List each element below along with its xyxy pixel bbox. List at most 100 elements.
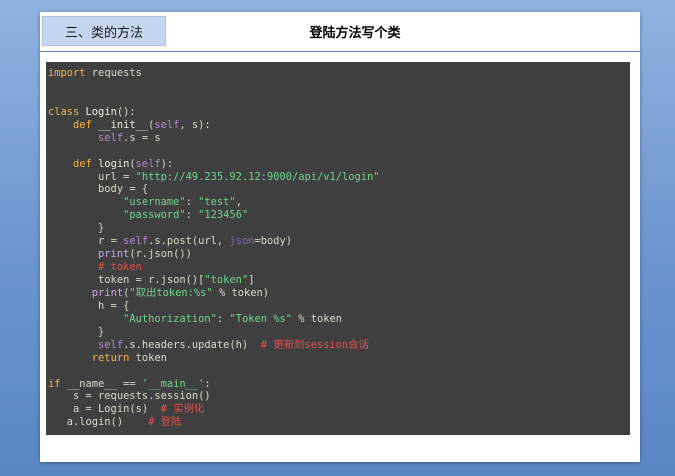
code-token: self xyxy=(98,338,124,351)
code-token: "Authorization" xyxy=(123,312,217,325)
code-token: h = { xyxy=(48,299,130,312)
code-line: "Authorization": "Token %s" % token xyxy=(48,313,630,326)
code-line: a = Login(s) # 实例化 xyxy=(48,403,630,416)
code-token: token = r.json()[ xyxy=(48,274,205,286)
code-line: self.s.headers.update(h) # 更新到session会话 xyxy=(48,339,630,352)
code-token: Login xyxy=(85,105,117,118)
code-token: class xyxy=(48,105,86,118)
code-line: self.s = s xyxy=(48,132,630,145)
code-token: json xyxy=(229,235,255,248)
code-line: h = { xyxy=(48,300,630,313)
code-token: , s): xyxy=(179,118,211,131)
code-token: login xyxy=(98,157,130,170)
code-token: "username" xyxy=(123,196,186,209)
code-token: : xyxy=(216,312,230,325)
code-token: token xyxy=(129,351,167,364)
code-token: (): xyxy=(116,105,136,118)
code-token: .s.post(url, xyxy=(148,235,230,248)
slide: 三、类的方法 登陆方法写个类 import requests class Log… xyxy=(40,12,640,462)
code-token: self xyxy=(98,131,124,144)
code-line: url = "http://49.235.92.12:9000/api/v1/l… xyxy=(48,171,630,184)
code-token: : xyxy=(204,377,211,390)
code-line: "username": "test", xyxy=(48,196,630,209)
code-token: .s.headers.update(h) xyxy=(123,338,261,351)
code-line: "password": "123456" xyxy=(48,209,630,222)
code-token: "123456" xyxy=(198,209,249,222)
code-token: : xyxy=(185,209,199,222)
code-token: ): xyxy=(160,157,174,170)
code-line: def login(self): xyxy=(48,158,630,171)
code-token: "http://49.235.92.12:9000/api/v1/login" xyxy=(135,170,380,183)
code-token: self xyxy=(123,235,149,248)
code-token: "取出token:%s" xyxy=(129,286,213,299)
code-token: : xyxy=(185,196,199,209)
section-tab[interactable]: 三、类的方法 xyxy=(42,16,166,46)
code-token: import xyxy=(48,67,86,79)
code-token: s = requests.session() xyxy=(48,390,211,403)
code-line: r = self.s.post(url, json=body) xyxy=(48,235,630,248)
code-token: '__main__' xyxy=(141,377,205,390)
code-line: def __init__(self, s): xyxy=(48,119,630,132)
code-token: return xyxy=(91,351,130,364)
code-token: % token xyxy=(292,312,343,325)
code-token: r = xyxy=(48,235,124,248)
code-token: # 实例化 xyxy=(160,403,205,416)
code-token: __init__ xyxy=(98,118,149,131)
code-token: "Token %s" xyxy=(229,312,292,325)
code-line: class Login(): xyxy=(48,106,630,119)
code-token: # token xyxy=(98,261,142,274)
code-token: # 登陆 xyxy=(148,416,182,429)
code-line: token = r.json()["token"] xyxy=(48,274,630,287)
code-token: self xyxy=(135,157,161,170)
code-token: "password" xyxy=(123,209,186,222)
code-block: import requests class Login(): def __ini… xyxy=(46,62,630,435)
code-line: import requests xyxy=(48,67,630,80)
code-line: print(r.json()) xyxy=(48,248,630,261)
code-token: print xyxy=(91,286,124,299)
code-token: url = xyxy=(48,170,136,183)
code-token: , xyxy=(235,196,242,209)
title-divider xyxy=(40,51,640,52)
code-line: # token xyxy=(48,261,630,274)
code-token: if xyxy=(48,377,61,390)
code-line: return token xyxy=(48,352,630,365)
code-token: } xyxy=(48,222,105,235)
code-line: if __name__ == '__main__': xyxy=(48,378,630,391)
code-line: } xyxy=(48,326,630,339)
code-token: % token) xyxy=(212,286,269,299)
code-token: "token" xyxy=(204,274,249,286)
code-line: } xyxy=(48,222,630,235)
code-token: self xyxy=(154,118,180,131)
code-token: a.login() xyxy=(48,416,149,429)
code-token: print xyxy=(98,248,130,261)
code-line: body = { xyxy=(48,183,630,196)
code-token: .s = s xyxy=(123,131,161,144)
slide-title: 登陆方法写个类 xyxy=(309,26,401,41)
code-token: (r.json()) xyxy=(129,248,192,261)
code-token: body = { xyxy=(48,183,149,196)
code-token: "test" xyxy=(198,196,236,209)
code-token: __name__ == xyxy=(60,377,142,390)
code-token: # 更新到session会话 xyxy=(260,338,369,351)
code-token: } xyxy=(48,325,105,338)
code-line: s = requests.session() xyxy=(48,390,630,403)
code-line: print("取出token:%s" % token) xyxy=(48,287,630,300)
code-token: def xyxy=(73,157,99,170)
code-token: =body) xyxy=(254,235,293,248)
code-token: a = Login(s) xyxy=(48,403,161,416)
code-line: a.login() # 登陆 xyxy=(48,416,630,429)
code-token: def xyxy=(73,118,99,131)
